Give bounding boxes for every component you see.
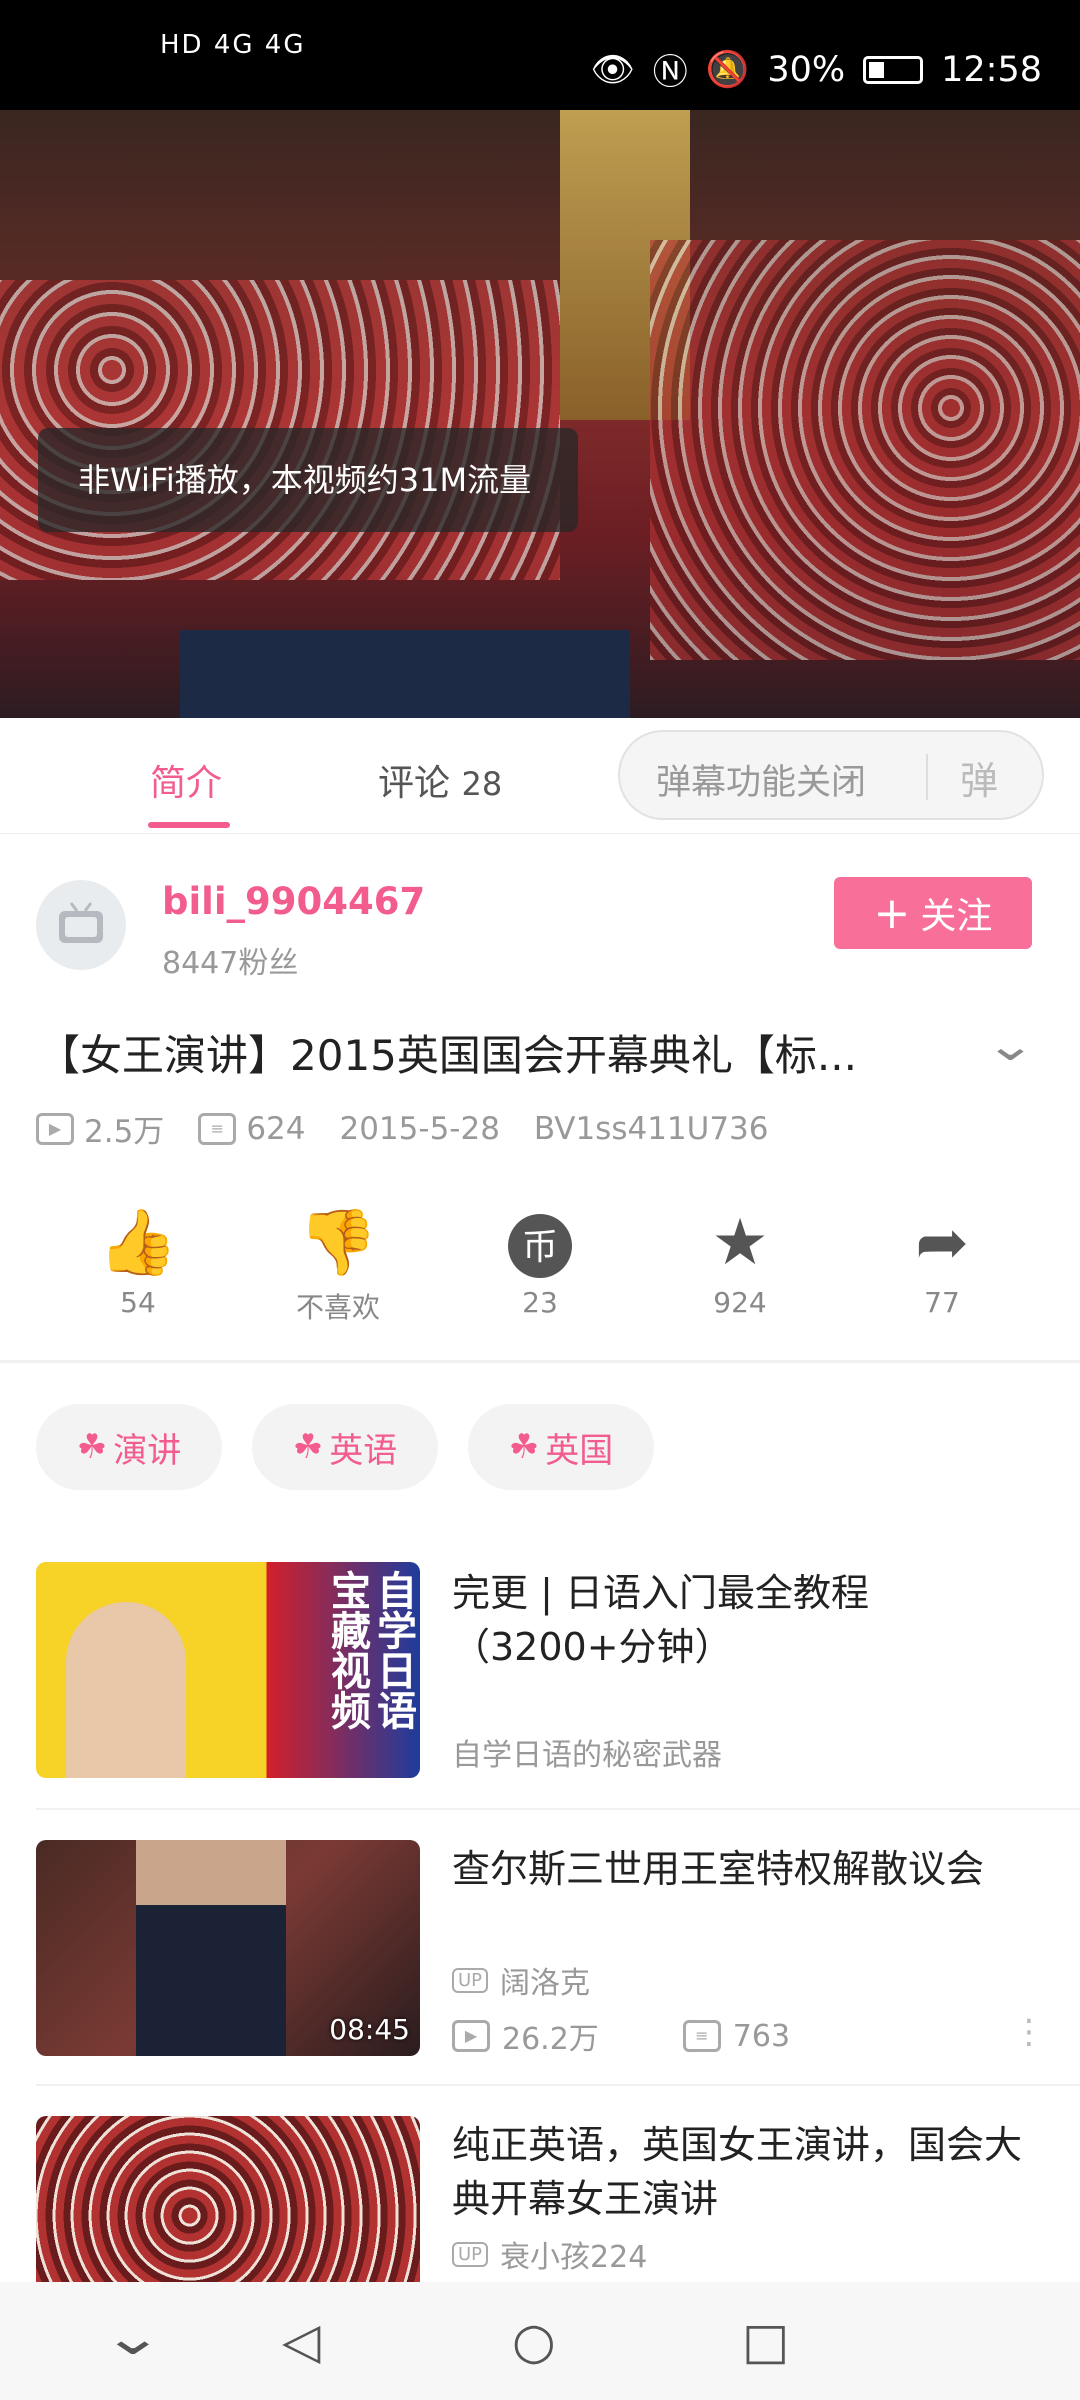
data-usage-toast: 非WiFi播放，本视频约31M流量 [38,428,578,532]
recommendation-title[interactable]: 查尔斯三世用王室特权解散议会 [452,1842,1052,1896]
recommendation-title[interactable]: 完更 | 日语入门最全教程（3200+分钟） [452,1566,1052,1674]
crowd-right-visual [650,240,1080,660]
danmaku-off-icon[interactable]: 弹 [960,750,998,805]
thumbnail-text: 自学日语 宝藏视频 [324,1570,416,1730]
video-thumbnail[interactable]: 08:45 [36,1840,420,2056]
favorite-count: 924 [713,1286,767,1319]
tab-indicator [148,822,230,828]
coin-icon: 币 [460,1200,620,1286]
floor-visual [180,630,630,718]
fan-count: 8447粉丝 [162,946,299,981]
collapse-nav-icon[interactable]: ⌄ [102,2308,165,2366]
status-bar: HD 4G 4G 👁 Ⓝ 🔕 30% 12:58 [0,0,1080,110]
star-icon: ★ [711,1206,769,1280]
tag-icon: ☘ [292,1427,324,1467]
tab-comments-label: 评论 [378,763,451,804]
tv-mascot-icon [59,902,103,943]
uploader-label: 阔洛克 [500,1966,591,2001]
tag-label: 英语 [329,1430,398,1471]
views-value: 2.5万 [84,1114,165,1150]
danmaku-icon: ≡ [198,1112,237,1145]
views-value: 26.2万 [502,2022,599,2057]
danmaku-toggle[interactable]: 弹幕功能关闭 弹 [618,730,1044,820]
person-visual [136,1840,286,2056]
thumb-down-icon: 👎 [298,1206,378,1280]
favorite-button[interactable]: ★ 924 [660,1200,820,1319]
video-title[interactable]: 【女王演讲】2015英国国会开幕典礼【标... [38,1022,968,1083]
nfc-icon: Ⓝ [652,53,688,93]
video-player[interactable] [0,110,1080,718]
plus-icon: + [873,887,911,939]
tag-icon: ☘ [508,1427,540,1467]
video-duration: 08:45 [329,2013,410,2046]
coin-button[interactable]: 币 23 [460,1200,620,1319]
tag-icon: ☘ [76,1427,108,1467]
bvid: BV1ss411U736 [533,1110,769,1147]
tab-comments[interactable]: 评论 28 [378,754,502,806]
chevron-down-icon[interactable]: ⌄ [985,1020,1037,1071]
svg-text:币: 币 [522,1227,558,1268]
divider [36,2084,1080,2086]
danmaku-count: ≡ 624 [198,1111,305,1147]
video-meta: ▶ 2.5万 ≡ 624 2015-5-28 BV1ss411U736 [36,1106,769,1151]
danmaku-status-label: 弹幕功能关闭 [656,763,867,803]
play-icon: ▶ [452,2020,490,2052]
view-count: ▶ 2.5万 [36,1106,164,1151]
section-divider [0,1360,1080,1363]
publish-date: 2015-5-28 [339,1110,500,1147]
danmaku-value: 763 [732,2018,791,2054]
thumb-up-icon: 👍 [98,1206,178,1280]
status-right: 👁 Ⓝ 🔕 30% 12:58 [590,44,1042,95]
network-indicators: HD 4G 4G [160,30,306,60]
back-icon[interactable]: ◁ [282,2312,320,2370]
tab-intro[interactable]: 简介 [150,754,222,806]
battery-icon [863,55,924,84]
tag-chip[interactable]: ☘ 演讲 [36,1404,222,1490]
share-count: 77 [924,1286,960,1319]
clock: 12:58 [941,49,1042,90]
recommendation-subtitle: 自学日语的秘密武器 [452,1738,722,1773]
danmaku-value: 624 [246,1110,306,1147]
tag-chip[interactable]: ☘ 英国 [468,1404,654,1490]
video-thumbnail[interactable] [36,2116,420,2282]
divider [926,754,928,800]
tag-chip[interactable]: ☘ 英语 [252,1404,438,1490]
coin-count: 23 [522,1286,558,1319]
mute-icon: 🔕 [705,50,750,90]
tag-label: 演讲 [113,1430,182,1471]
battery-percent: 30% [767,49,846,90]
avatar[interactable] [36,880,126,970]
eye-icon: 👁 [590,50,635,90]
system-nav-bar: ⌄ ◁ ○ □ [0,2282,1080,2400]
person-visual [66,1602,186,1778]
recommendation-uploader[interactable]: UP 衰小孩224 [452,2232,647,2276]
dislike-label: 不喜欢 [295,1291,380,1324]
up-icon: UP [452,2241,489,2267]
share-icon: ➦ [915,1206,969,1280]
comments-count: 28 [461,765,503,803]
dislike-button[interactable]: 👎 不喜欢 [258,1200,418,1326]
recents-icon[interactable]: □ [742,2312,789,2370]
divider [36,1808,1080,1810]
uploader-label: 衰小孩224 [500,2240,648,2275]
up-icon: UP [452,1967,489,1993]
tag-label: 英国 [545,1430,614,1471]
video-thumbnail[interactable]: 自学日语 宝藏视频 [36,1562,420,1778]
uploader-name[interactable]: bili_9904467 [162,880,425,923]
share-button[interactable]: ➦ 77 [862,1200,1022,1319]
home-icon[interactable]: ○ [512,2312,556,2370]
follow-label: 关注 [920,896,993,937]
more-options-icon[interactable]: ⋮ [1012,2012,1046,2052]
like-button[interactable]: 👍 54 [58,1200,218,1319]
action-bar: 👍 54 👎 不喜欢 币 23 ★ 924 ➦ 77 [0,1200,1080,1340]
recommendation-stats: ▶ 26.2万 ≡ 763 [452,2014,790,2058]
like-count: 54 [120,1286,156,1319]
follow-button[interactable]: + 关注 [834,877,1032,949]
recommendation-title[interactable]: 纯正英语，英国女王演讲，国会大典开幕女王演讲 [452,2118,1052,2226]
danmaku-icon: ≡ [682,2020,721,2052]
recommendation-uploader[interactable]: UP 阔洛克 [452,1958,590,2002]
play-icon: ▶ [36,1112,74,1145]
